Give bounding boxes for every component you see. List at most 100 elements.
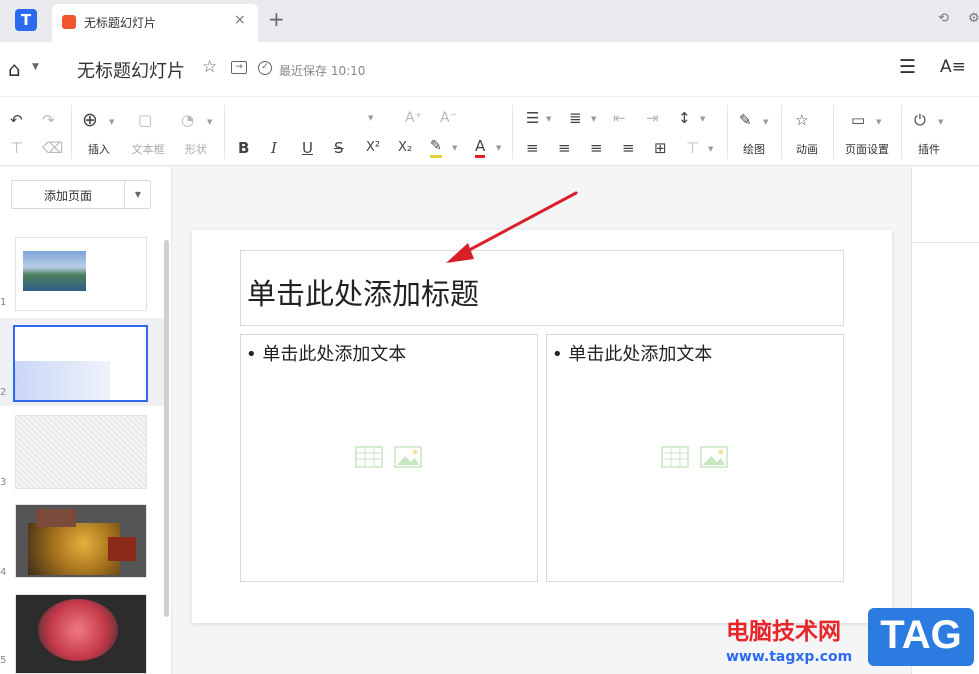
redo-icon[interactable]: ↷ [42,111,55,129]
chevron-down-icon[interactable]: ▼ [546,115,551,123]
align-center-icon[interactable]: ≡ [558,139,571,157]
slide-thumbnail-1[interactable] [15,237,147,311]
slide-thumbnail-5[interactable] [15,594,147,674]
increase-indent-icon[interactable]: ⇥ [646,109,659,127]
superscript-button[interactable]: X² [366,139,380,157]
add-page-label: 添加页面 [43,189,92,203]
decrease-indent-icon[interactable]: ⇤ [613,109,626,127]
font-name-dropdown[interactable]: ▼ [368,114,373,122]
shape-icon: ◔ [181,111,195,129]
chevron-down-icon[interactable]: ▼ [124,181,151,208]
document-title[interactable]: 无标题幻灯片 [77,57,185,83]
tab-bar: T 无标题幻灯片 × + ⟲ ⚙ [0,0,979,42]
textbox-icon: ▢ [138,111,153,129]
watermark-tag-logo: TAG [868,608,974,666]
slide-thumbnail-3[interactable] [15,415,147,489]
new-tab-icon[interactable]: + [268,8,285,30]
settings-icon[interactable]: ⚙ [968,11,979,26]
slide-canvas[interactable]: 单击此处添加标题 • 单击此处添加文本 • 单击此处添加文本 [192,230,892,623]
save-status: 最近保存 10:10 [279,64,366,78]
toolbar-divider [833,105,834,159]
chevron-down-icon[interactable]: ▼ [32,62,39,72]
right-body-placeholder[interactable]: • 单击此处添加文本 [546,334,844,582]
bullet-list-icon[interactable]: ☰ [526,109,539,127]
slide-number: 4 [0,567,7,578]
menu-icon[interactable]: ☰ [899,56,916,78]
body-placeholder-text: • 单击此处添加文本 [246,344,407,365]
ribbon-toolbar: ↶ ↷ ⊤ ⌫ ⊕ ▼ 插入 ▢ 文本框 ◔ ▼ 形状 ▼ A⁺ A⁻ B I … [0,96,979,166]
check-circle-icon: ✓ [258,61,272,75]
blurred-content [15,361,110,400]
format-painter-icon[interactable]: ⊤ [10,139,23,157]
page-setup-label: 页面设置 [845,143,889,156]
chevron-down-icon[interactable]: ▼ [452,144,457,152]
numbered-list-icon[interactable]: ≣ [569,109,582,127]
line-spacing-icon[interactable]: ↕ [678,109,691,127]
textbox-label: 文本框 [131,143,165,156]
align-left-icon[interactable]: ≡ [526,139,539,157]
page-setup-icon: ▭ [851,111,866,129]
toolbar-divider [71,105,72,159]
chevron-down-icon: ▼ [876,118,882,126]
slide-number: 1 [0,297,7,308]
toolbar-divider [901,105,902,159]
annotation-arrow-icon [446,191,578,263]
chevron-down-icon: ▼ [938,118,944,126]
subscript-button[interactable]: X₂ [398,139,412,157]
draw-icon: ✎ [739,111,752,129]
eraser-icon[interactable]: ⌫ [42,139,63,157]
move-to-folder-icon[interactable]: → [231,61,247,74]
presentation-icon [62,15,76,29]
home-icon[interactable]: ⌂ [8,57,21,81]
align-justify-icon[interactable]: ≡ [622,139,635,157]
add-page-button[interactable]: 添加页面 ▼ [11,180,151,209]
distribute-icon[interactable]: ⊞ [654,139,667,157]
underline-button[interactable]: U [302,139,313,157]
undo-icon[interactable]: ↶ [10,111,23,129]
tab-document[interactable]: 无标题幻灯片 × [52,4,258,42]
thumbnail-scrollbar[interactable] [164,240,169,617]
toolbar-divider [727,105,728,159]
vertical-align-icon[interactable]: ⊤ [686,139,699,157]
watermark-tag-text: TAG [880,613,962,657]
flower-image [38,599,118,661]
format-panel-icon[interactable]: A≡ [940,57,966,77]
strikethrough-button[interactable]: S [334,139,344,157]
slide-thumbnail-4[interactable] [15,504,147,578]
toolbar-divider [781,105,782,159]
insert-table-image-icons[interactable] [355,445,425,471]
tab-close-icon[interactable]: × [234,12,246,28]
plugin-icon: ⏻ [914,111,926,129]
draw-label: 绘图 [743,143,765,156]
shape-label: 形状 [185,143,207,156]
collage-photo [108,537,136,561]
panel-divider [912,242,979,243]
app-logo-icon[interactable]: T [15,9,37,31]
left-body-placeholder[interactable]: • 单击此处添加文本 [240,334,538,582]
toolbar-divider [224,105,225,159]
insert-table-image-icons[interactable] [661,445,731,471]
slide-number: 3 [0,477,7,488]
bold-button[interactable]: B [238,139,249,157]
font-decrease-icon[interactable]: A⁻ [440,109,457,127]
sync-icon[interactable]: ⟲ [938,11,949,26]
align-right-icon[interactable]: ≡ [590,139,603,157]
slide-thumbnail-2[interactable] [13,325,148,402]
chevron-down-icon: ▼ [763,118,769,126]
chevron-down-icon[interactable]: ▼ [708,145,713,153]
tab-title: 无标题幻灯片 [84,16,157,30]
insert-label: 插入 [88,143,110,156]
star-icon[interactable]: ☆ [202,57,217,77]
highlight-icon[interactable]: ✎ [430,137,442,158]
chevron-down-icon: ▼ [207,118,213,126]
chevron-down-icon[interactable]: ▼ [700,115,705,123]
animation-label: 动画 [796,143,818,156]
animation-star-icon: ☆ [795,111,809,129]
chevron-down-icon[interactable]: ▼ [496,144,501,152]
font-color-icon[interactable]: A [475,137,486,158]
italic-button[interactable]: I [271,139,277,157]
chevron-down-icon[interactable]: ▼ [591,115,596,123]
font-increase-icon[interactable]: A⁺ [405,109,422,127]
autumn-collage-image [28,523,120,575]
plugin-label: 插件 [918,143,940,156]
